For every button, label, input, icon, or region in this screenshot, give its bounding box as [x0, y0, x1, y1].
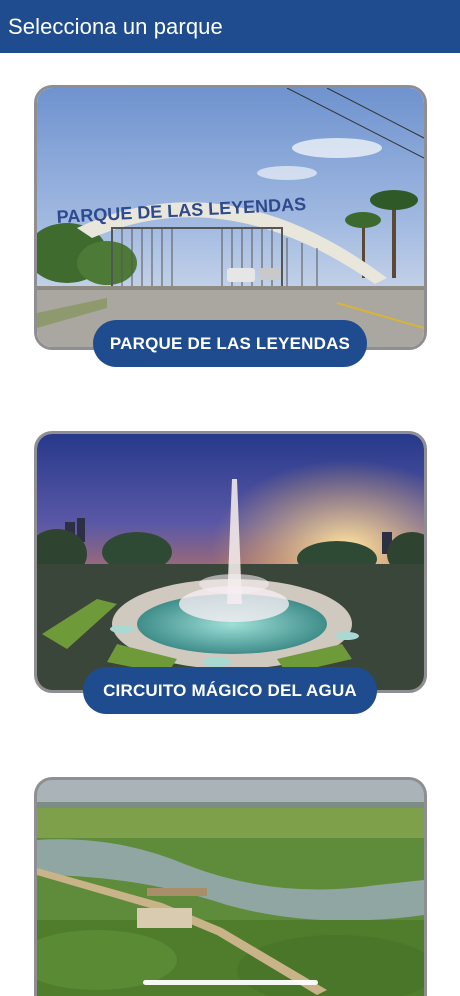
park-photo-circuito — [37, 434, 424, 690]
page-title: Selecciona un parque — [8, 13, 223, 39]
park-button-circuito-magico-del-agua[interactable]: CIRCUITO MÁGICO DEL AGUA — [83, 667, 377, 714]
app-header: Selecciona un parque — [0, 0, 460, 53]
park-card-parque-de-las-leyendas[interactable]: PARQUE DE LAS LEYENDAS — [34, 85, 427, 350]
home-indicator[interactable] — [143, 980, 318, 985]
park-card-wetlands[interactable] — [34, 777, 427, 996]
park-button-parque-de-las-leyendas[interactable]: PARQUE DE LAS LEYENDAS — [93, 320, 367, 367]
park-photo-wetlands — [37, 780, 424, 996]
park-photo-leyendas: PARQUE DE LAS LEYENDAS — [37, 88, 424, 347]
park-card-circuito-magico-del-agua[interactable] — [34, 431, 427, 693]
